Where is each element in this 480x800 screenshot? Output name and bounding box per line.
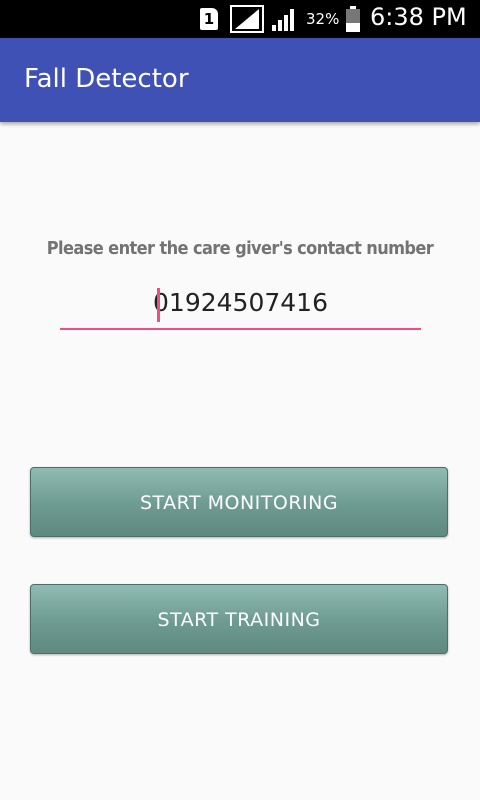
signal-strength-icon [230, 5, 264, 33]
clock: 6:38 PM [370, 3, 467, 31]
battery-icon [346, 6, 360, 32]
start-monitoring-button[interactable]: START MONITORING [30, 467, 448, 537]
contact-number-value: 01924507416 [153, 288, 328, 317]
sim-card-icon: 1 [200, 8, 218, 30]
battery-percentage: 32% [306, 10, 340, 28]
app-title: Fall Detector [24, 64, 189, 94]
start-training-button[interactable]: START TRAINING [30, 584, 448, 654]
contact-number-label: Please enter the care giver's contact nu… [46, 238, 434, 259]
contact-number-input[interactable]: 01924507416 [60, 284, 421, 330]
app-bar: Fall Detector [0, 38, 480, 122]
signal-strength-2-icon [272, 9, 294, 31]
text-cursor [157, 288, 160, 322]
status-bar: 1 32% 6:38 PM [0, 0, 480, 38]
